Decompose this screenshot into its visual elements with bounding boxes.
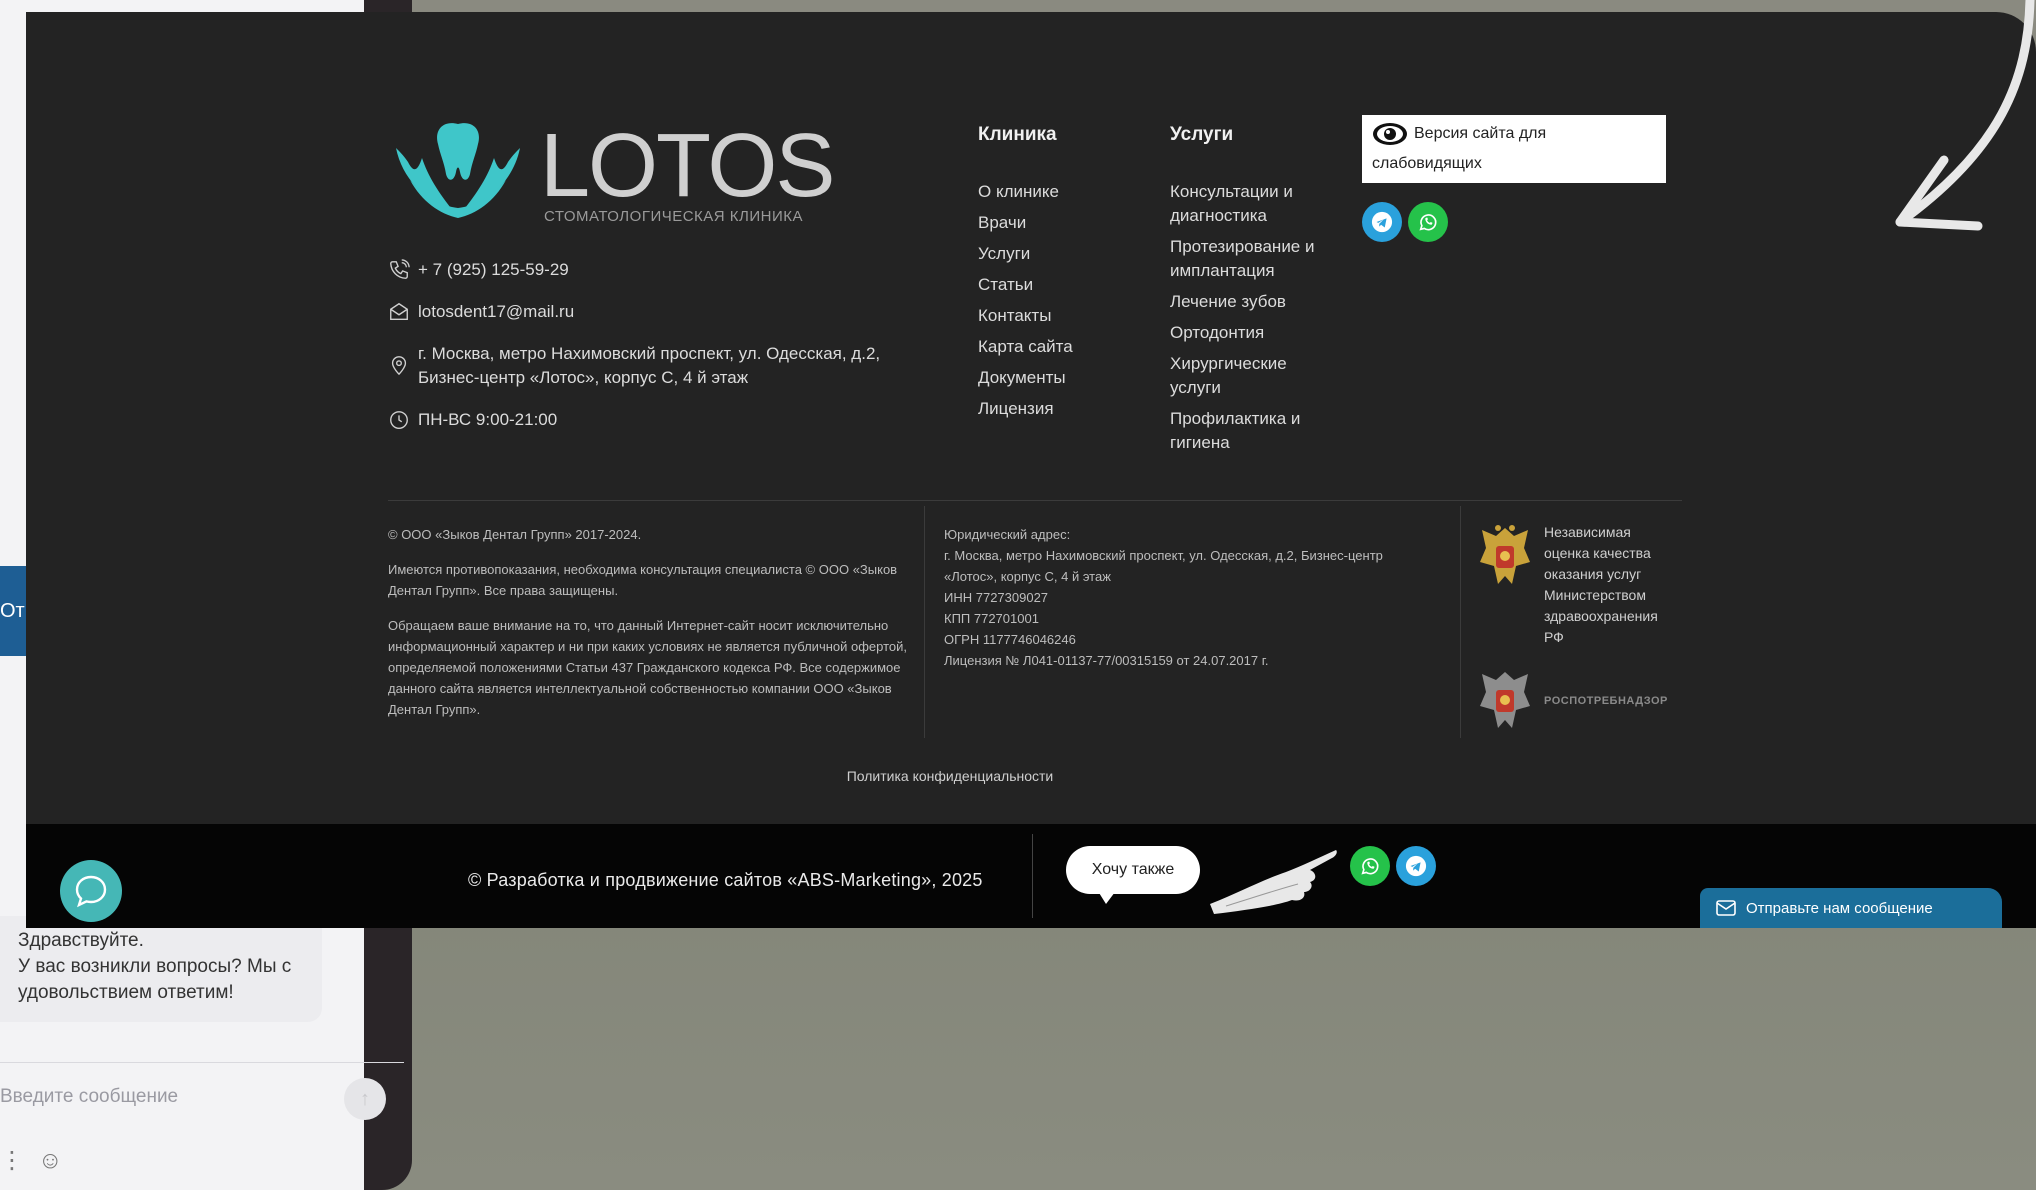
site-footer: LOTOS СТОМАТОЛОГИЧЕСКАЯ КЛИНИКА + 7 (925…: [26, 12, 2036, 928]
developer-credit[interactable]: © Разработка и продвижение сайтов «ABS-M…: [468, 870, 983, 891]
hours-text: ПН-ВС 9:00-21:00: [418, 410, 558, 429]
greeting-line-1: Здравствуйте.: [18, 930, 144, 951]
nav-service-treatment[interactable]: Лечение зубов: [1170, 290, 1330, 314]
nav-clinic-title: Клиника: [978, 124, 1057, 145]
coat-of-arms-icon: [1480, 525, 1530, 584]
developer-bar: © Разработка и продвижение сайтов «ABS-M…: [26, 824, 2036, 928]
nav-service-consultation[interactable]: Консультации и диагностика: [1170, 180, 1330, 228]
eye-icon: [1373, 122, 1407, 145]
nav-services-title: Услуги: [1170, 124, 1234, 145]
dev-whatsapp-button[interactable]: [1350, 846, 1390, 886]
privacy-policy-link[interactable]: Политика конфиденциальности: [847, 768, 1054, 784]
ministry-badge-text: Независимая оценка качества оказания усл…: [1544, 524, 1658, 645]
nav-clinic-documents[interactable]: Документы: [978, 366, 1073, 390]
ministry-quality-badge[interactable]: Независимая оценка качества оказания усл…: [1474, 522, 1674, 648]
envelope-icon: [1716, 900, 1736, 916]
nav-service-prosthetics[interactable]: Протезирование и имплантация: [1170, 235, 1330, 283]
greeting-line-3: удовольствием ответим!: [18, 982, 234, 1003]
low-vision-version-button[interactable]: Версия сайта для слабовидящих: [1362, 115, 1666, 183]
legal-license: Лицензия № Л041-01137-77/00315159 от 24.…: [944, 653, 1269, 668]
whatsapp-icon: [1419, 214, 1437, 231]
chat-bubble-icon: [75, 875, 107, 908]
dev-telegram-button[interactable]: [1396, 846, 1436, 886]
nav-clinic-contacts[interactable]: Контакты: [978, 304, 1073, 328]
address-line-2: Бизнес-центр «Лотос», корпус С, 4 й этаж: [418, 368, 749, 387]
telegram-icon: [1371, 211, 1393, 233]
low-vision-label-1: Версия сайта для: [1414, 125, 1547, 142]
address-line-1: г. Москва, метро Нахимовский проспект, у…: [418, 344, 881, 363]
phone-text: + 7 (925) 125-59-29: [418, 260, 569, 279]
chat-tools: ⋮ ☺: [0, 1146, 63, 1175]
legal-kpp: КПП 772701001: [944, 611, 1039, 626]
contact-phone[interactable]: + 7 (925) 125-59-29: [388, 258, 928, 282]
lotos-logo[interactable]: LOTOS СТОМАТОЛОГИЧЕСКАЯ КЛИНИКА: [388, 116, 835, 225]
privacy-policy-link-row: Политика конфиденциальности: [26, 768, 2036, 784]
emoji-icon[interactable]: ☺: [38, 1147, 63, 1174]
contact-hours: ПН-ВС 9:00-21:00: [388, 408, 928, 432]
mail-icon: [390, 302, 408, 321]
legal-ogrn: ОГРН 1177746046246: [944, 632, 1076, 647]
legal-notes: © ООО «Зыков Дентал Групп» 2017-2024. Им…: [388, 524, 928, 734]
social-links-dev: [1350, 846, 1436, 886]
footer-divider: [388, 500, 1682, 501]
tooth-lotus-logo-icon: [396, 123, 520, 218]
contact-email[interactable]: lotosdent17@mail.ru: [388, 300, 928, 324]
nav-clinic-license[interactable]: Лицензия: [978, 397, 1073, 421]
rospotrebnadzor-badge[interactable]: РОСПОТРЕБНАДЗОР: [1474, 666, 1668, 736]
phone-icon: [390, 259, 410, 279]
contact-address[interactable]: г. Москва, метро Нахимовский проспект, у…: [388, 342, 928, 390]
legal-address-title: Юридический адрес:: [944, 527, 1071, 542]
chat-open-button[interactable]: [60, 860, 122, 922]
legal-details: Юридический адрес: г. Москва, метро Нахи…: [944, 524, 1434, 671]
nav-clinic-articles[interactable]: Статьи: [978, 273, 1073, 297]
nav-services: Услуги Консультации и диагностика Протез…: [1170, 124, 1330, 462]
telegram-icon: [1405, 855, 1427, 877]
legal-inn: ИНН 7727309027: [944, 590, 1049, 605]
arrow-up-icon: ↑: [360, 1087, 370, 1110]
location-pin-icon: [391, 356, 407, 376]
chat-side-tab[interactable]: От: [0, 566, 26, 656]
nav-service-hygiene[interactable]: Профилактика и гигиена: [1170, 407, 1330, 455]
greeting-line-2: У вас возникли вопросы? Мы с: [18, 956, 292, 977]
nav-clinic-about[interactable]: О клинике: [978, 180, 1073, 204]
legal-separator-2: [1460, 506, 1461, 738]
speech-tail: [1096, 888, 1118, 904]
send-message-button[interactable]: Отправьте нам сообщение: [1700, 888, 2002, 928]
send-message-label: Отправьте нам сообщение: [1746, 899, 1933, 917]
chat-greeting-bubble: Здравствуйте. У вас возникли вопросы? Мы…: [0, 916, 322, 1022]
offer-notice-text: Обращаем ваше внимание на то, что данный…: [388, 618, 908, 717]
nav-clinic-doctors[interactable]: Врачи: [978, 211, 1073, 235]
want-same-button[interactable]: Хочу также: [1066, 846, 1200, 894]
nav-clinic: Клиника О клинике Врачи Услуги Статьи Ко…: [978, 124, 1073, 428]
more-vertical-icon[interactable]: ⋮: [0, 1147, 24, 1174]
rospotrebnadzor-text: РОСПОТРЕБНАДЗОР: [1544, 695, 1668, 707]
logo-subtitle: СТОМАТОЛОГИЧЕСКАЯ КЛИНИКА: [544, 208, 804, 225]
chat-input-divider: [0, 1062, 404, 1063]
nav-service-orthodontics[interactable]: Ортодонтия: [1170, 321, 1330, 345]
rospotrebnadzor-emblem-icon: [1480, 672, 1530, 728]
whatsapp-icon: [1361, 858, 1379, 875]
nav-service-surgery[interactable]: Хирургические услуги: [1170, 352, 1330, 400]
social-links-top: [1362, 202, 1448, 242]
email-text: lotosdent17@mail.ru: [418, 302, 575, 321]
chat-message-input[interactable]: Введите сообщение: [0, 1086, 300, 1112]
clock-icon: [390, 411, 408, 429]
curved-arrow-icon: [1895, 0, 2035, 231]
telegram-button[interactable]: [1362, 202, 1402, 242]
chat-send-button[interactable]: ↑: [344, 1078, 386, 1120]
developer-separator: [1032, 834, 1033, 918]
copyright-text: © ООО «Зыков Дентал Групп» 2017-2024.: [388, 527, 642, 542]
nav-clinic-sitemap[interactable]: Карта сайта: [978, 335, 1073, 359]
whatsapp-button[interactable]: [1408, 202, 1448, 242]
pointing-hand-icon: [1210, 850, 1337, 914]
legal-address-text: г. Москва, метро Нахимовский проспект, у…: [944, 548, 1383, 584]
contraindications-text: Имеются противопоказания, необходима кон…: [388, 562, 898, 598]
contact-info: + 7 (925) 125-59-29 lotosdent17@mail.ru …: [388, 258, 928, 450]
low-vision-label-2: слабовидящих: [1372, 155, 1482, 172]
nav-clinic-services[interactable]: Услуги: [978, 242, 1073, 266]
logo-wordmark: LOTOS: [540, 116, 835, 216]
